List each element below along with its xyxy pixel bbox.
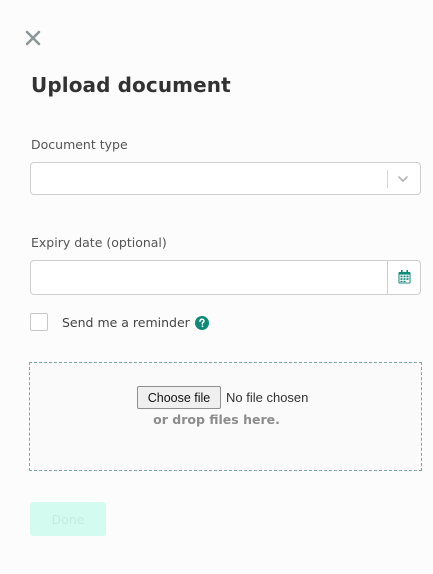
document-type-select[interactable]	[30, 162, 421, 195]
select-separator	[387, 170, 388, 188]
expiry-date-label: Expiry date (optional)	[31, 235, 167, 250]
done-button[interactable]: Done	[30, 502, 106, 536]
choose-file-button[interactable]: Choose file	[137, 386, 221, 409]
calendar-icon[interactable]	[398, 270, 411, 284]
reminder-checkbox[interactable]	[30, 313, 48, 331]
reminder-label: Send me a reminder	[62, 315, 190, 330]
expiry-date-input[interactable]	[30, 260, 421, 295]
drop-files-text: or drop files here.	[153, 412, 280, 427]
close-button[interactable]	[22, 27, 44, 49]
page-title: Upload document	[31, 73, 231, 97]
close-icon	[25, 30, 41, 46]
no-file-chosen-text: No file chosen	[226, 390, 309, 405]
help-icon[interactable]	[195, 316, 209, 330]
document-type-label: Document type	[31, 137, 128, 152]
chevron-down-icon[interactable]	[395, 171, 411, 187]
date-separator	[387, 261, 388, 294]
